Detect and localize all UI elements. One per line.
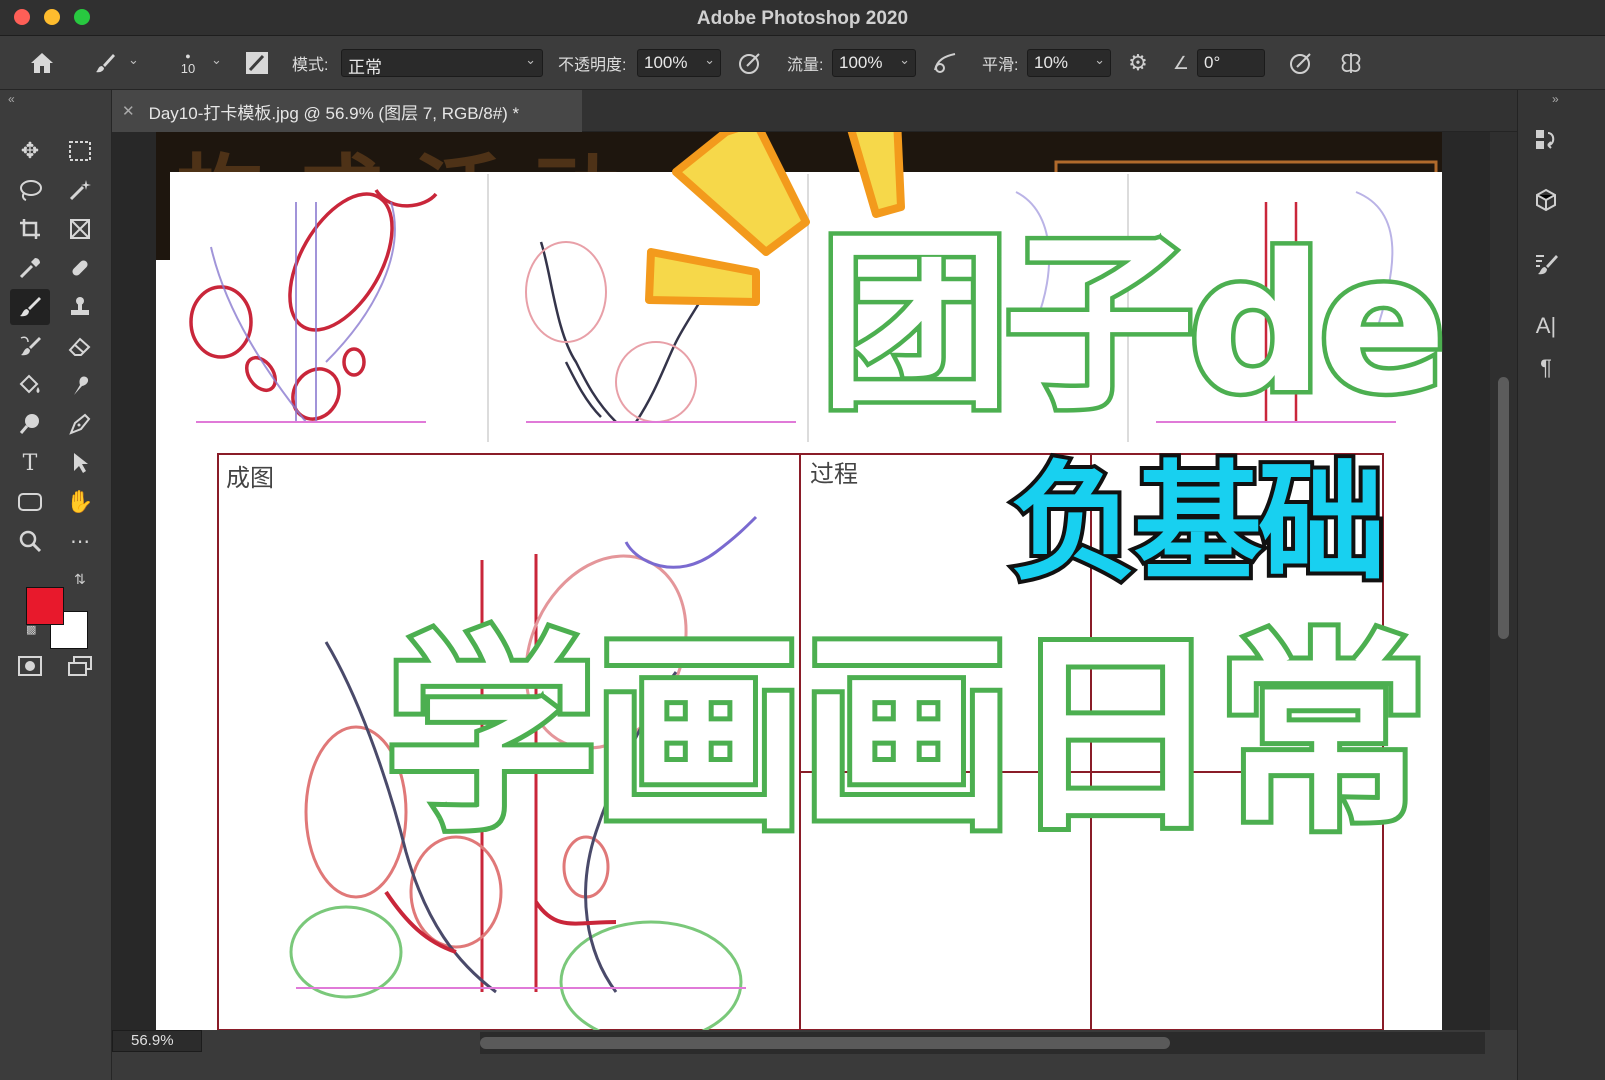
zoom-icon[interactable] <box>10 523 50 559</box>
angle-field[interactable]: 0° <box>1197 49 1265 77</box>
type-icon[interactable]: T <box>10 445 50 481</box>
mode-label: 模式: <box>292 57 329 74</box>
flow-label: 流量: <box>787 57 824 74</box>
brush-settings-icon[interactable] <box>243 49 271 77</box>
panel-label-result: 成图 <box>226 465 274 492</box>
chevron-down-icon: ⌄ <box>899 52 910 67</box>
opacity-field[interactable]: 100% ⌄ <box>637 49 721 77</box>
chevron-down-icon: ⌄ <box>525 52 536 67</box>
flow-value: 100% <box>839 53 883 72</box>
tools-panel: « ✥ T ✋ ⋯ ⇅ ▩ <box>0 90 112 1080</box>
smoothing-value: 10% <box>1034 53 1069 72</box>
document-tab-title: Day10-打卡模板.jpg @ 56.9% (图层 7, RGB/8#) * <box>148 103 520 123</box>
pressure-opacity-icon[interactable] <box>736 49 764 77</box>
shape-icon[interactable] <box>10 484 50 520</box>
vertical-scroll-thumb[interactable] <box>1498 377 1509 639</box>
more-icon[interactable]: ⋯ <box>60 523 100 559</box>
document-tab[interactable]: ✕ Day10-打卡模板.jpg @ 56.9% (图层 7, RGB/8#) … <box>112 90 582 132</box>
zoom-level-field[interactable]: 56.9% <box>112 1030 202 1052</box>
hand-icon[interactable]: ✋ <box>60 484 100 520</box>
app-title: Adobe Photoshop 2020 <box>696 8 909 29</box>
marquee-icon[interactable] <box>60 133 100 169</box>
quick-mask-icon[interactable] <box>10 648 50 684</box>
magic-wand-icon[interactable] <box>60 172 100 208</box>
brush-dot-icon: ● <box>185 50 191 61</box>
opacity-label: 不透明度: <box>558 57 627 74</box>
frame-icon[interactable] <box>60 211 100 247</box>
dodge-icon[interactable] <box>10 406 50 442</box>
healing-brush-icon[interactable] <box>60 250 100 286</box>
flow-field[interactable]: 100% ⌄ <box>832 49 916 77</box>
collapse-panel-icon[interactable]: « <box>8 92 15 106</box>
horizontal-scroll-thumb[interactable] <box>480 1037 1170 1049</box>
chevron-down-icon: ⌄ <box>1094 52 1105 67</box>
smudge-icon[interactable] <box>60 367 100 403</box>
history-brush-icon[interactable] <box>10 328 50 364</box>
mode-value: 正常 <box>348 58 382 77</box>
brush-settings-panel-icon[interactable] <box>1526 244 1566 284</box>
expand-panel-icon[interactable]: » <box>1552 92 1559 106</box>
foreground-color-swatch[interactable] <box>26 587 64 625</box>
airbrush-icon[interactable] <box>930 49 960 77</box>
path-select-icon[interactable] <box>60 445 100 481</box>
home-icon[interactable] <box>24 49 60 77</box>
eyedropper-icon[interactable] <box>10 250 50 286</box>
angle-value: 0° <box>1204 53 1221 72</box>
paragraph-panel-icon[interactable]: ¶ <box>1526 348 1566 388</box>
clone-stamp-icon[interactable] <box>60 289 100 325</box>
close-tab-icon[interactable]: ✕ <box>122 102 135 120</box>
symmetry-icon[interactable] <box>1336 49 1366 77</box>
move-icon[interactable]: ✥ <box>10 133 50 169</box>
right-panel-dock: » A| ¶ <box>1517 90 1605 1080</box>
smoothing-field[interactable]: 10% ⌄ <box>1027 49 1111 77</box>
character-panel-icon[interactable]: A| <box>1526 306 1566 346</box>
smoothing-label: 平滑: <box>982 57 1019 74</box>
eraser-icon[interactable] <box>60 328 100 364</box>
lasso-icon[interactable] <box>10 172 50 208</box>
document-tab-bar: ✕ Day10-打卡模板.jpg @ 56.9% (图层 7, RGB/8#) … <box>112 90 1517 132</box>
overlay-title-line3: 学画画日常 <box>380 612 1434 859</box>
chevron-down-icon: ⌄ <box>704 52 715 67</box>
overlay-title-line1: 团子de <box>816 214 1452 435</box>
options-bar: ⌄ ● 10 ⌄ 模式: 正常 ⌄ 不透明度: 100% ⌄ 流量: 100% … <box>0 36 1605 90</box>
paint-bucket-icon[interactable] <box>10 367 50 403</box>
horizontal-scrollbar[interactable] <box>480 1032 1485 1054</box>
crop-icon[interactable] <box>10 211 50 247</box>
pressure-size-icon[interactable] <box>1287 49 1315 77</box>
screen-mode-icon[interactable] <box>60 648 100 684</box>
panel-label-process: 过程 <box>810 461 858 488</box>
opacity-value: 100% <box>644 53 688 72</box>
brush-preset-icon[interactable] <box>90 49 120 77</box>
title-bar: Adobe Photoshop 2020 <box>0 0 1605 36</box>
vertical-scrollbar[interactable] <box>1490 132 1517 1030</box>
pen-icon[interactable] <box>60 406 100 442</box>
mode-select[interactable]: 正常 ⌄ <box>341 49 543 77</box>
status-bar: 56.9% <box>112 1030 1517 1080</box>
gear-icon[interactable]: ⚙ <box>1124 49 1152 77</box>
history-panel-icon[interactable] <box>1526 120 1566 160</box>
brush-icon[interactable] <box>10 289 50 325</box>
brush-size-picker[interactable]: ● 10 <box>176 36 200 90</box>
overlay-title-line2: 负基础 <box>1006 449 1390 598</box>
angle-icon: ∠ <box>1172 52 1190 73</box>
chevron-down-icon[interactable]: ⌄ <box>211 52 222 68</box>
swap-colors-icon[interactable]: ⇅ <box>74 571 86 588</box>
brush-size-value: 10 <box>180 60 196 76</box>
3d-panel-icon[interactable] <box>1526 180 1566 220</box>
chevron-down-icon[interactable]: ⌄ <box>128 52 139 68</box>
